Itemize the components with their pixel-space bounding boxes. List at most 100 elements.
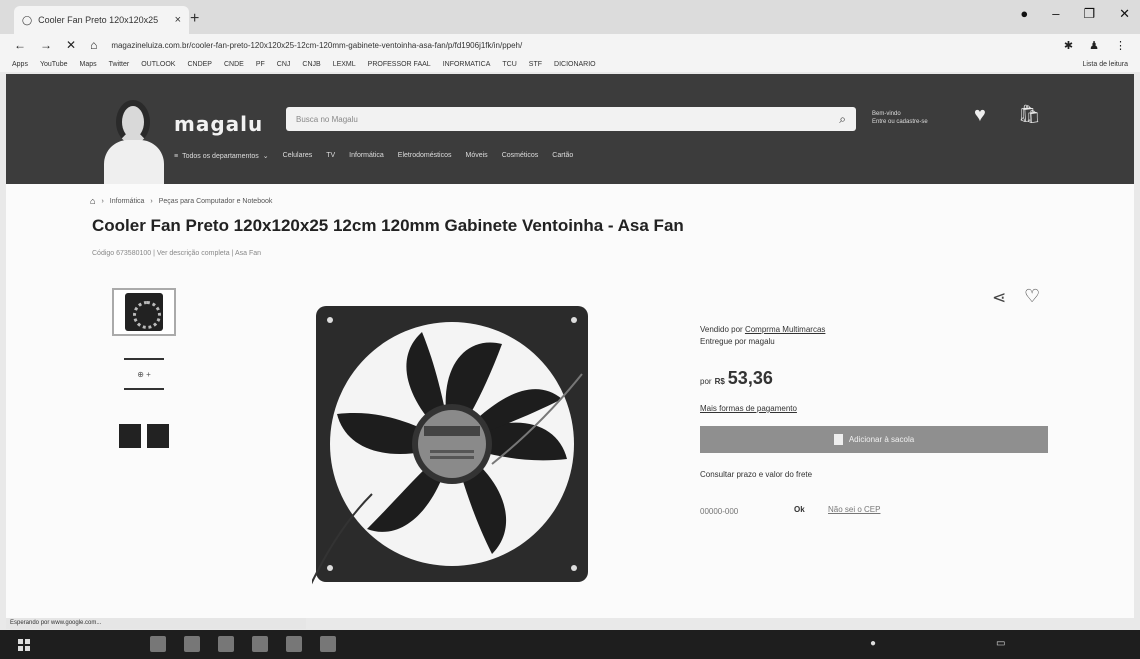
freight-label: Consultar prazo e valor do frete (700, 470, 813, 479)
bookmarks-bar: Apps YouTube Maps Twitter OUTLOOK CNDEP … (0, 56, 1140, 72)
profile-dot-icon[interactable]: ● (1020, 6, 1028, 22)
nav-item[interactable]: TV (326, 152, 335, 160)
bookmark-item[interactable]: YouTube (40, 61, 68, 68)
bookmark-item[interactable]: CNDE (224, 61, 244, 68)
bookmark-item[interactable]: DICIONARIO (554, 61, 596, 68)
more-payment-link[interactable]: Mais formas de pagamento (700, 404, 797, 413)
profile-icon[interactable]: ♟ (1089, 39, 1099, 52)
thumbnail-fan-pair[interactable] (112, 412, 176, 460)
brand-link[interactable]: Asa Fan (235, 250, 261, 257)
tray-status-icon[interactable]: ● (870, 638, 876, 649)
share-icon[interactable]: ⋖ (992, 288, 1006, 308)
notification-icon[interactable]: ▭ (996, 638, 1005, 649)
url-field[interactable]: magazineluiza.com.br/cooler-fan-preto-12… (111, 41, 522, 50)
taskbar-app-icon[interactable] (184, 636, 200, 652)
nav-item[interactable]: Eletrodomésticos (398, 152, 452, 160)
add-to-bag-label: Adicionar à sacola (848, 435, 915, 444)
forward-icon[interactable]: → (40, 38, 52, 52)
bookmark-item[interactable]: PF (256, 61, 265, 68)
home-icon[interactable]: ⌂ (90, 38, 97, 52)
nav-item[interactable]: Cosméticos (502, 152, 539, 160)
favorite-heart-icon[interactable]: ♡ (1024, 286, 1040, 307)
chevron-down-icon: ⌄ (262, 153, 269, 160)
home-icon[interactable]: ⌂ (90, 196, 95, 206)
taskbar-app-icon[interactable] (286, 636, 302, 652)
taskbar-app-icon[interactable] (320, 636, 336, 652)
price-block: por R$ 53,36 (700, 368, 773, 389)
full-description-link[interactable]: Ver descrição completa (157, 250, 230, 257)
breadcrumb-separator: › (101, 197, 104, 205)
no-cep-link[interactable]: Não sei o CEP (828, 505, 880, 514)
extension-icon[interactable]: ✱ (1064, 39, 1073, 52)
departments-label: Todos os departamentos (182, 152, 259, 160)
reading-list-link[interactable]: Lista de leitura (1082, 61, 1128, 68)
account-greeting: Bem-vindo (872, 111, 901, 117)
taskbar-app-icon[interactable] (218, 636, 234, 652)
menu-icon[interactable]: ⋮ (1115, 39, 1126, 52)
search-input[interactable]: Busca no Magalu ⌕ (286, 107, 856, 131)
tab-title: Cooler Fan Preto 120x120x25 (38, 15, 159, 25)
tab-close-icon[interactable]: × (175, 14, 181, 26)
window-controls: ● – ❐ ✕ (1020, 6, 1130, 22)
departments-menu[interactable]: ≡ Todos os departamentos ⌄ (174, 152, 269, 161)
nav-item[interactable]: Móveis (466, 152, 488, 160)
thumbnail-fan-front[interactable] (112, 288, 176, 336)
bookmark-item[interactable]: TCU (502, 61, 516, 68)
thumbnail-fan-specs[interactable]: ⊕ + (112, 350, 176, 398)
bookmark-item[interactable]: INFORMATICA (443, 61, 491, 68)
nav-item[interactable]: Celulares (283, 152, 313, 160)
seller-link[interactable]: Comprma Multimarcas (745, 325, 825, 334)
bag-icon (833, 434, 843, 445)
minimize-button[interactable]: – (1052, 6, 1059, 22)
cep-ok-button[interactable]: Ok (794, 505, 805, 514)
breadcrumb-item[interactable]: Peças para Computador e Notebook (159, 198, 273, 205)
thumbnail-list: ⊕ + (112, 288, 176, 474)
bookmark-item[interactable]: CNJB (302, 61, 320, 68)
breadcrumb: ⌂ › Informática › Peças para Computador … (90, 196, 272, 206)
os-taskbar: ● ▭ (0, 630, 1140, 659)
tab-favicon-icon: ◯ (22, 14, 33, 25)
search-placeholder: Busca no Magalu (296, 114, 358, 124)
wishlist-heart-icon[interactable]: ♥ (974, 104, 986, 127)
price-value: 53,36 (727, 368, 773, 388)
department-nav: ≡ Todos os departamentos ⌄ Celulares TV … (174, 152, 573, 160)
breadcrumb-separator: › (150, 197, 153, 205)
taskbar-app-icon[interactable] (150, 636, 166, 652)
bookmark-item[interactable]: STF (529, 61, 542, 68)
product-code: Código 673580100 (92, 250, 152, 257)
search-icon[interactable]: ⌕ (839, 112, 846, 127)
stop-icon[interactable]: ✕ (66, 38, 76, 52)
browser-status: Esperando por www.google.com... (6, 618, 306, 629)
cep-input[interactable] (700, 502, 772, 520)
site-logo[interactable]: magalu (174, 112, 263, 136)
browser-tab[interactable]: ◯ Cooler Fan Preto 120x120x25 × (14, 6, 189, 34)
product-subinfo: Código 673580100 | Ver descrição complet… (92, 250, 262, 257)
shopping-bag-icon[interactable]: 🛍 (1018, 104, 1041, 125)
add-to-bag-button[interactable]: Adicionar à sacola (700, 426, 1048, 453)
new-tab-button[interactable]: + (190, 10, 199, 28)
maximize-button[interactable]: ❐ (1083, 6, 1095, 22)
windows-start-icon[interactable] (18, 639, 30, 651)
bookmark-item[interactable]: Twitter (109, 61, 130, 68)
sold-by-label: Vendido por (700, 325, 743, 334)
bookmark-item[interactable]: Maps (79, 61, 96, 68)
bookmark-item[interactable]: CNJ (277, 61, 291, 68)
bookmark-item[interactable]: CNDEP (187, 61, 212, 68)
bookmark-item[interactable]: PROFESSOR FAAL (368, 61, 431, 68)
nav-item[interactable]: Informática (349, 152, 384, 160)
account-link[interactable]: Bem-vindo Entre ou cadastre-se (872, 110, 928, 126)
delivered-by: magalu (748, 337, 775, 346)
nav-card[interactable]: Cartão (552, 152, 573, 160)
bookmark-item[interactable]: OUTLOOK (141, 61, 175, 68)
close-window-button[interactable]: ✕ (1119, 6, 1130, 22)
product-title: Cooler Fan Preto 120x120x25 12cm 120mm G… (92, 216, 684, 235)
price-prefix: por (700, 377, 712, 386)
product-main-image[interactable] (312, 304, 592, 586)
breadcrumb-item[interactable]: Informática (110, 198, 145, 205)
address-bar: ← → ✕ ⌂ magazineluiza.com.br/cooler-fan-… (0, 34, 1140, 56)
address-bar-actions: ✱ ♟ ⋮ (1064, 39, 1126, 52)
bookmark-item[interactable]: Apps (12, 61, 28, 68)
taskbar-app-icon[interactable] (252, 636, 268, 652)
back-icon[interactable]: ← (14, 38, 26, 52)
bookmark-item[interactable]: LEXML (333, 61, 356, 68)
